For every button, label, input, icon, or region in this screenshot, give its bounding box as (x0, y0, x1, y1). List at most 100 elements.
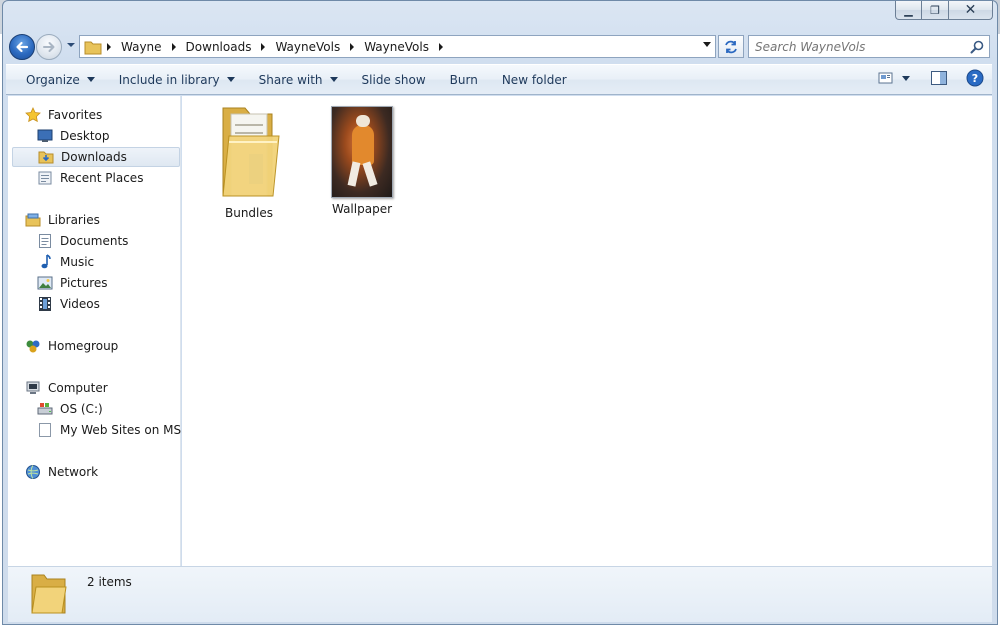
tree-item-downloads[interactable]: Downloads (12, 147, 180, 167)
downloads-folder-icon (37, 149, 55, 165)
breadcrumb-separator[interactable] (256, 37, 270, 57)
breadcrumb-item[interactable]: WayneVols (270, 40, 345, 54)
address-bar[interactable]: Wayne Downloads WayneVols WayneVols (79, 35, 716, 58)
include-in-library-label: Include in library (118, 72, 220, 87)
close-button[interactable]: ✕ (949, 1, 993, 20)
tree-item-os-drive[interactable]: OS (C:) (36, 399, 103, 419)
refresh-button[interactable] (718, 35, 744, 58)
file-name: Bundles (224, 206, 274, 220)
organize-label: Organize (26, 72, 80, 87)
chevron-down-icon (67, 43, 75, 47)
tree-item-label: Pictures (60, 276, 108, 290)
chevron-down-icon (226, 77, 235, 82)
navigation-pane: Favorites Desktop Downloads Recent Place… (8, 96, 190, 566)
help-icon[interactable]: ? (966, 69, 984, 87)
folder-icon (222, 107, 280, 197)
back-arrow-icon (16, 41, 29, 53)
tree-item-label: Videos (60, 297, 100, 311)
share-with-button[interactable]: Share with (249, 68, 348, 92)
folder-icon (31, 574, 67, 614)
drive-icon (36, 401, 54, 417)
change-view-button[interactable] (878, 71, 910, 85)
breadcrumb-item[interactable]: Downloads (181, 40, 257, 54)
network-icon (24, 464, 42, 480)
desktop-icon (36, 128, 54, 144)
breadcrumb-item[interactable]: WayneVols (359, 40, 434, 54)
document-icon (36, 233, 54, 249)
share-with-label: Share with (258, 72, 323, 87)
tree-computer[interactable]: Computer (24, 378, 108, 398)
command-bar: Organize Include in library Share with S… (6, 64, 992, 95)
tree-item-label: Recent Places (60, 171, 144, 185)
tree-item-documents[interactable]: Documents (36, 231, 128, 251)
include-in-library-button[interactable]: Include in library (109, 68, 245, 92)
tree-item-label: Downloads (61, 150, 127, 164)
breadcrumb-separator[interactable] (345, 37, 359, 57)
tree-item-label: Desktop (60, 129, 110, 143)
tree-libraries[interactable]: Libraries (24, 210, 100, 230)
breadcrumb-separator[interactable] (434, 37, 448, 57)
maximize-button[interactable]: ❐ (922, 1, 949, 20)
picture-icon (36, 275, 54, 291)
tree-item-label: Music (60, 255, 95, 269)
new-folder-label: New folder (501, 72, 567, 87)
tree-item-desktop[interactable]: Desktop (36, 126, 110, 146)
chevron-down-icon (86, 77, 95, 82)
tree-libraries-label: Libraries (48, 213, 100, 227)
folder-icon (84, 41, 102, 54)
new-folder-button[interactable]: New folder (492, 68, 577, 92)
breadcrumb-separator[interactable] (167, 37, 181, 57)
back-button[interactable] (9, 34, 35, 60)
command-bar-right: ? (878, 69, 984, 87)
tree-homegroup[interactable]: Homegroup (24, 336, 118, 356)
music-note-icon (36, 254, 54, 270)
address-history-dropdown[interactable] (703, 42, 711, 47)
search-icon[interactable] (969, 39, 985, 55)
burn-button[interactable]: Burn (440, 68, 488, 92)
file-item-bundles[interactable]: Bundles (199, 104, 299, 220)
file-item-wallpaper[interactable]: Wallpaper (312, 104, 412, 216)
film-icon (36, 296, 54, 312)
item-count: 2 items (87, 575, 132, 589)
tree-homegroup-label: Homegroup (48, 339, 119, 353)
svg-text:?: ? (972, 72, 978, 85)
forward-button[interactable] (36, 34, 62, 60)
navigation-row: Wayne Downloads WayneVols WayneVols (6, 32, 992, 60)
tree-item-music[interactable]: Music (36, 252, 94, 272)
tree-computer-label: Computer (48, 381, 108, 395)
tree-item-label: My Web Sites on MSN (60, 423, 191, 437)
slide-show-button[interactable]: Slide show (352, 68, 436, 92)
tree-item-pictures[interactable]: Pictures (36, 273, 108, 293)
forward-arrow-icon (43, 42, 55, 52)
libraries-icon (24, 212, 42, 228)
homegroup-icon (24, 338, 42, 354)
tree-item-my-web-sites[interactable]: My Web Sites on MSN (36, 420, 190, 440)
recent-pages-button[interactable] (66, 40, 76, 50)
tree-network-label: Network (48, 465, 99, 479)
file-list[interactable]: Bundles Wallpaper (182, 96, 992, 566)
breadcrumb: Wayne Downloads WayneVols WayneVols (102, 37, 448, 57)
minimize-button[interactable]: ▁ (895, 1, 922, 20)
refresh-icon (725, 40, 737, 53)
star-icon (24, 107, 42, 123)
search-input[interactable] (749, 36, 959, 57)
tree-item-label: OS (C:) (60, 402, 103, 416)
tree-item-recent-places[interactable]: Recent Places (36, 168, 143, 188)
chevron-down-icon[interactable] (902, 75, 910, 81)
preview-pane-icon[interactable] (930, 70, 948, 86)
recent-places-icon (36, 170, 54, 186)
burn-label: Burn (449, 72, 478, 87)
tree-item-label: Documents (60, 234, 129, 248)
search-box (748, 35, 990, 58)
computer-icon (24, 380, 42, 396)
breadcrumb-item[interactable]: Wayne (116, 40, 167, 54)
file-name: Wallpaper (331, 202, 393, 216)
details-pane: 2 items (8, 566, 992, 622)
tree-network[interactable]: Network (24, 462, 98, 482)
tree-favorites[interactable]: Favorites (24, 105, 102, 125)
tree-item-videos[interactable]: Videos (36, 294, 100, 314)
tree-favorites-label: Favorites (48, 108, 103, 122)
organize-button[interactable]: Organize (16, 68, 105, 92)
chevron-down-icon (329, 77, 338, 82)
breadcrumb-separator[interactable] (102, 37, 116, 57)
